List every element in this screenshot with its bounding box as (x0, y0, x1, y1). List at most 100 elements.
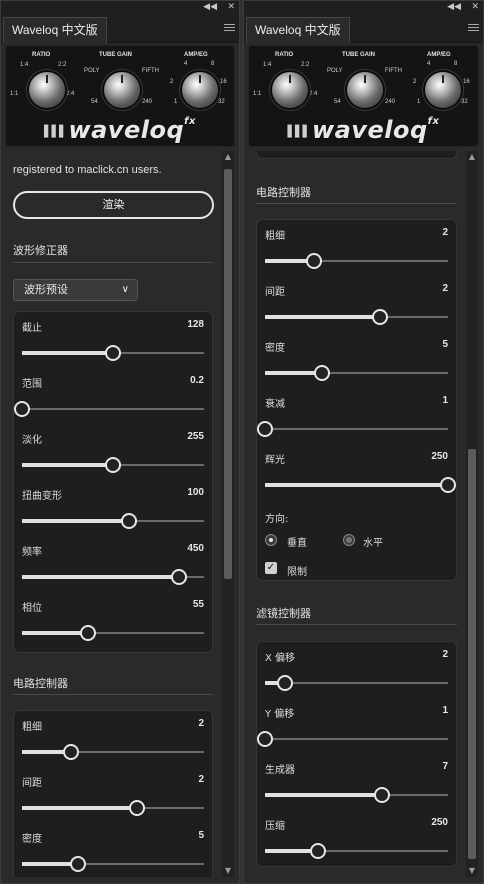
direction-label: 方向: (265, 514, 289, 525)
slider-thumb[interactable] (121, 513, 138, 529)
spacing-slider[interactable] (265, 309, 448, 325)
slider-thumb[interactable] (310, 843, 327, 859)
knob-tick: 2 (170, 79, 174, 85)
phase-slider[interactable] (22, 625, 204, 641)
x-offset-slider[interactable] (265, 675, 448, 691)
slider-thumb[interactable] (105, 457, 121, 473)
tab-bar: Waveloq 中文版 (1, 15, 239, 43)
vertical-scrollbar[interactable]: ▲ ▼ (466, 151, 478, 877)
slider-label: X 偏移 (265, 653, 296, 664)
glow-slider[interactable] (265, 477, 456, 493)
slider-thumb[interactable] (257, 421, 273, 437)
knob-label: TUBE GAIN (99, 52, 132, 58)
density-slider[interactable] (265, 365, 448, 381)
scrollbar-thumb[interactable] (468, 449, 476, 859)
slider-fill (265, 793, 383, 797)
slider-row: 范围 0.2 (14, 368, 212, 424)
slider-thumb[interactable] (170, 569, 187, 585)
density-slider[interactable] (22, 856, 204, 872)
slider-thumb[interactable] (14, 401, 30, 417)
close-icon[interactable]: ✕ (471, 2, 479, 13)
slider-fill (22, 351, 113, 355)
spacing-slider[interactable] (22, 800, 204, 816)
slider-thumb[interactable] (440, 477, 456, 493)
slider-thumb[interactable] (63, 744, 80, 760)
amp-eg-knob[interactable] (425, 72, 461, 108)
decay-slider[interactable] (257, 421, 448, 437)
slider-row: 频率 450 (14, 536, 212, 592)
slider-value: 250 (431, 451, 448, 462)
slider-row: 粗细 2 (257, 220, 456, 276)
knob-tick: 8 (211, 61, 215, 67)
slider-thumb[interactable] (372, 309, 389, 325)
scroll-up-icon[interactable]: ▲ (222, 151, 234, 163)
scroll-down-icon[interactable]: ▼ (222, 865, 234, 877)
slider-thumb[interactable] (257, 731, 273, 747)
scroll-up-icon[interactable]: ▲ (466, 151, 478, 163)
checkbox-label[interactable]: 限制 (287, 563, 307, 578)
logo-text: waveloq (68, 116, 185, 144)
slider-thumb[interactable] (313, 365, 330, 381)
waveform-controls-group: 截止 128 范围 0.2 淡化 255 扭曲变形 100 频率 450 相位 … (13, 311, 213, 653)
tab-waveloq[interactable]: Waveloq 中文版 (3, 17, 107, 43)
scroll-down-icon[interactable]: ▼ (466, 865, 478, 877)
slider-row: 间距 2 (257, 276, 456, 332)
panel-menu-icon[interactable] (224, 24, 235, 33)
slider-value: 450 (187, 543, 204, 554)
radio-label[interactable]: 垂直 (287, 534, 307, 549)
radio-horizontal[interactable] (343, 534, 355, 546)
radio-vertical[interactable] (265, 534, 277, 546)
slider-value: 2 (442, 283, 448, 294)
slider-thumb[interactable] (277, 675, 294, 691)
knob-tick: 54 (334, 99, 341, 105)
slider-label: 间距 (265, 287, 285, 298)
y-offset-slider[interactable] (257, 731, 448, 747)
slider-thumb[interactable] (306, 253, 323, 269)
collapse-icon[interactable]: ◀◀ (203, 2, 217, 13)
tube-gain-knob[interactable] (347, 72, 383, 108)
section-title-waveform: 波形修正器 (13, 244, 68, 257)
slider-label: 淡化 (22, 435, 42, 446)
radio-label[interactable]: 水平 (363, 534, 383, 549)
knob-tick: 1 (174, 99, 178, 105)
slider-fill (265, 483, 448, 487)
thickness-slider[interactable] (265, 253, 448, 269)
vertical-scrollbar[interactable]: ▲ ▼ (222, 151, 234, 877)
frequency-slider[interactable] (22, 569, 204, 585)
slider-thumb[interactable] (128, 800, 145, 816)
slider-value: 2 (442, 227, 448, 238)
scroll-area[interactable]: 电路控制器 粗细 2 间距 2 密度 5 衰减 1 辉光 250 方向: 垂直 … (248, 151, 461, 877)
tab-waveloq[interactable]: Waveloq 中文版 (246, 17, 350, 43)
cutoff-slider[interactable] (22, 345, 204, 361)
close-icon[interactable]: ✕ (227, 2, 235, 13)
filter-controls-group: X 偏移 2 Y 偏移 1 生成器 7 压缩 250 (256, 641, 457, 867)
slider-row: 扭曲变形 100 (14, 480, 212, 536)
distortion-slider[interactable] (22, 513, 204, 529)
tube-gain-knob[interactable] (104, 72, 140, 108)
panel-menu-icon[interactable] (468, 24, 479, 33)
range-slider[interactable] (14, 401, 204, 417)
generator-slider[interactable] (265, 787, 448, 803)
knob-tick: 1 (417, 99, 421, 105)
render-area-bottom (256, 151, 457, 159)
compression-slider[interactable] (265, 843, 448, 859)
panel-title-bar: ◀◀ ✕ (244, 1, 483, 15)
slider-thumb[interactable] (105, 345, 121, 361)
limit-checkbox[interactable]: ✓ (265, 562, 277, 574)
scroll-area[interactable]: registered to maclick.cn users. 渲染 波形修正器… (5, 151, 217, 877)
fade-slider[interactable] (22, 457, 204, 473)
knob-tick: 4 (427, 61, 431, 67)
slider-thumb[interactable] (79, 625, 96, 641)
slider-thumb[interactable] (374, 787, 391, 803)
thickness-slider[interactable] (22, 744, 204, 760)
waveform-preset-dropdown[interactable]: 波形预设 ∨ (13, 279, 138, 301)
slider-thumb[interactable] (70, 856, 87, 872)
slider-value: 2 (198, 718, 204, 729)
ratio-knob[interactable] (272, 72, 308, 108)
plugin-header: RATIO 1:4 2:2 1:1 2:4 TUBE GAIN POLY FIF… (248, 45, 479, 147)
render-button[interactable]: 渲染 (13, 191, 214, 219)
scrollbar-thumb[interactable] (224, 169, 232, 579)
ratio-knob[interactable] (29, 72, 65, 108)
collapse-icon[interactable]: ◀◀ (447, 2, 461, 13)
amp-eg-knob[interactable] (182, 72, 218, 108)
